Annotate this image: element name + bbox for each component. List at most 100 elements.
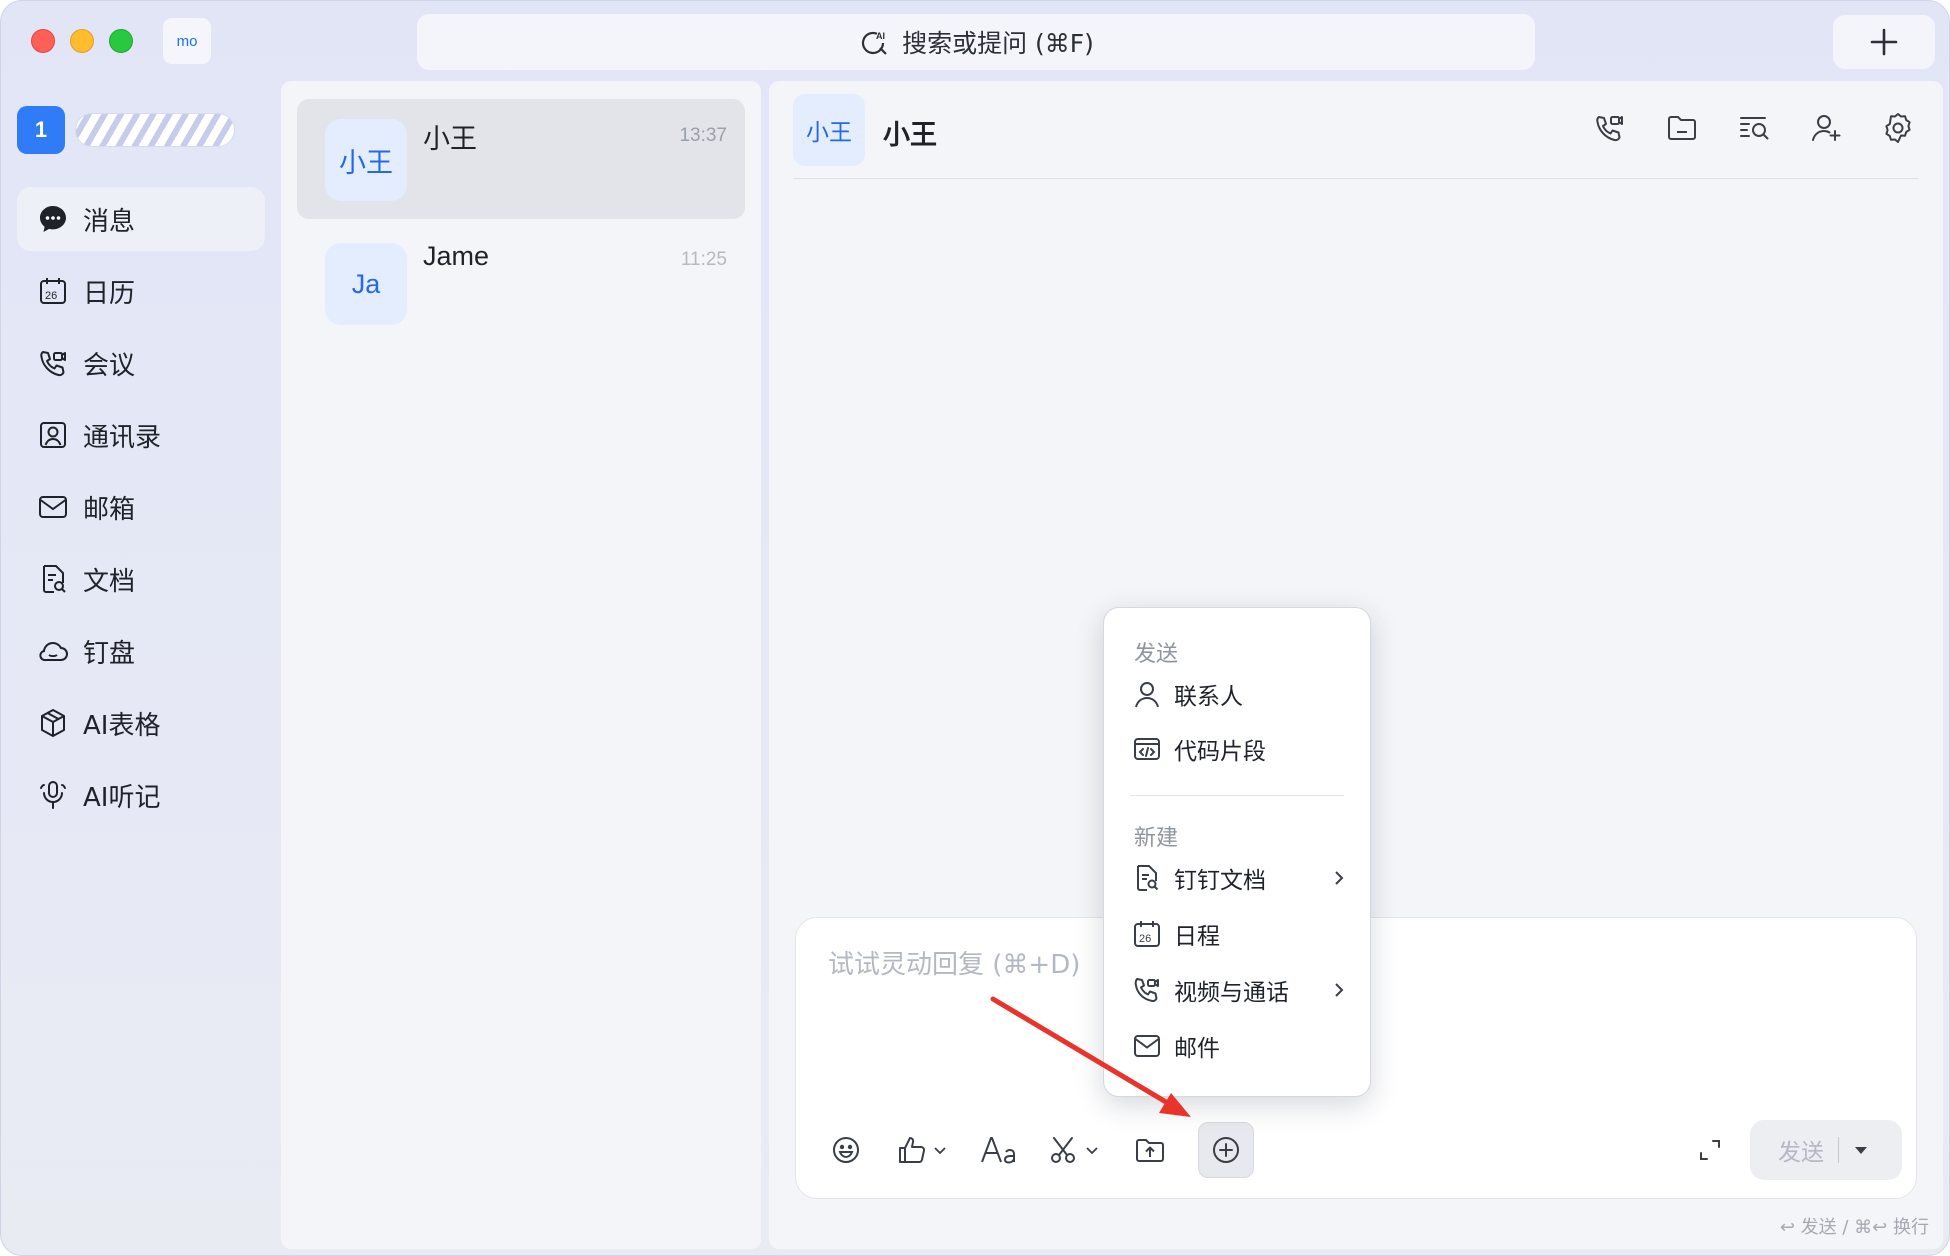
menu-section-send: 发送 [1134, 642, 1179, 667]
menu-item-email[interactable]: 邮件 [1132, 1026, 1348, 1066]
call-icon[interactable] [1593, 111, 1627, 145]
sidebar-item-mail[interactable]: 邮箱 [17, 475, 265, 539]
menu-item-label: 日程 [1174, 924, 1220, 950]
menu-item-label: 邮件 [1174, 1036, 1220, 1062]
sidebar-item-ai-table[interactable]: AI表格 [17, 691, 265, 755]
svg-text:26: 26 [45, 290, 57, 302]
svg-text:26: 26 [1139, 933, 1151, 945]
send-shortcut-hint: ↩ 发送 / ⌘↩ 换行 [1779, 1217, 1929, 1238]
expand-composer-button[interactable] [1696, 1136, 1724, 1168]
sidebar-nav: 消息 26 日历 会议 通讯录 邮箱 文档 钉盘 AI表格 AI听记 [17, 187, 265, 835]
send-button[interactable]: 发送 [1750, 1120, 1902, 1180]
sidebar-item-label: 消息 [83, 206, 136, 237]
upload-file-button[interactable] [1122, 1122, 1178, 1178]
chevron-right-icon [1335, 983, 1344, 997]
sidebar-item-messages[interactable]: 消息 [17, 187, 265, 251]
plus-circle-icon [1213, 1137, 1239, 1163]
menu-item-schedule[interactable]: 26 日程 [1132, 914, 1348, 954]
chat-header: 小王 小王 [793, 91, 1919, 179]
menu-item-label: 视频与通话 [1174, 980, 1289, 1006]
plus-icon [1870, 28, 1898, 56]
cube-icon [41, 709, 65, 737]
composer-toolbar [818, 1122, 1274, 1178]
account-switcher[interactable]: 1 [17, 106, 235, 154]
person-icon [1135, 682, 1159, 708]
conversation-time: 11:25 [680, 249, 727, 270]
search-list-icon[interactable] [1737, 111, 1771, 145]
search-bar[interactable]: AI 搜索或提问 (⌘F) [417, 14, 1535, 70]
scissors-icon [1051, 1137, 1075, 1163]
more-actions-button[interactable] [1198, 1122, 1254, 1178]
menu-item-label: 联系人 [1174, 684, 1243, 710]
screenshot-button[interactable] [1046, 1122, 1102, 1178]
quick-reaction-button[interactable] [894, 1122, 950, 1178]
phone-video-icon [40, 351, 66, 377]
send-button-divider [1838, 1137, 1839, 1163]
chat-header-actions [1593, 111, 1915, 145]
sidebar-item-docs[interactable]: 文档 [17, 547, 265, 611]
more-actions-menu: 发送 联系人 代码片段 新建 钉钉文档 26 日程 视频与通话 邮件 [1103, 607, 1371, 1097]
calendar-icon: 26 [40, 278, 66, 304]
menu-divider [1130, 795, 1344, 796]
sidebar-item-label: AI表格 [83, 710, 161, 741]
settings-icon[interactable] [1881, 111, 1915, 145]
sidebar-item-label: 日历 [83, 278, 136, 309]
composer-placeholder: 试试灵动回复 (⌘+D) [828, 950, 1081, 980]
menu-item-contact[interactable]: 联系人 [1132, 674, 1348, 714]
menu-item-dingtalk-doc[interactable]: 钉钉文档 [1132, 858, 1348, 898]
smiley-icon [833, 1137, 859, 1163]
sidebar-item-label: 文档 [83, 566, 136, 597]
ai-search-icon: AI [862, 31, 887, 55]
sidebar-item-contacts[interactable]: 通讯录 [17, 403, 265, 467]
svg-text:AI: AI [876, 31, 885, 41]
avatar[interactable]: 小王 [793, 94, 865, 166]
search-bar-label: 搜索或提问 (⌘F) [902, 29, 1094, 58]
app-window: mo AI 搜索或提问 (⌘F) 1 消息 26 日历 会议 通讯录 邮箱 文档… [0, 0, 1950, 1256]
sidebar-item-label: 钉盘 [83, 638, 136, 669]
org-switcher[interactable]: mo [163, 18, 211, 64]
menu-item-code-snippet[interactable]: 代码片段 [1132, 729, 1348, 769]
document-icon [43, 565, 66, 593]
text-format-button[interactable] [970, 1122, 1026, 1178]
menu-item-label: 钉钉文档 [1174, 868, 1266, 894]
menu-item-video-call[interactable]: 视频与通话 [1132, 970, 1348, 1010]
account-name-redacted [75, 113, 235, 147]
conversation-item[interactable]: 小王 小王 13:37 [297, 99, 745, 219]
emoji-button[interactable] [818, 1122, 874, 1178]
mic-icon [40, 781, 66, 809]
expand-icon [1700, 1140, 1720, 1160]
font-format-icon [981, 1137, 1015, 1164]
chevron-right-icon [1335, 871, 1344, 885]
sidebar-item-ai-notes[interactable]: AI听记 [17, 763, 265, 827]
sidebar-item-meetings[interactable]: 会议 [17, 331, 265, 395]
window-controls [31, 29, 133, 53]
conversation-name: 小王 [423, 124, 477, 155]
conversation-item[interactable]: Ja Jame 11:25 [297, 223, 745, 343]
menu-item-label: 代码片段 [1174, 739, 1266, 765]
thumbs-up-icon [899, 1137, 925, 1163]
minimize-window-button[interactable] [70, 29, 94, 53]
chevron-down-icon [1086, 1147, 1098, 1155]
sidebar-item-drive[interactable]: 钉盘 [17, 619, 265, 683]
caret-down-icon[interactable] [1853, 1142, 1869, 1158]
account-badge: 1 [17, 106, 65, 154]
close-window-button[interactable] [31, 29, 55, 53]
cloud-icon [39, 642, 68, 662]
send-button-label: 发送 [1778, 1140, 1824, 1166]
sidebar-item-calendar[interactable]: 26 日历 [17, 259, 265, 323]
sidebar-item-label: 邮箱 [83, 494, 136, 525]
new-button[interactable] [1833, 15, 1935, 69]
conversation-time: 13:37 [679, 125, 727, 146]
folder-icon[interactable] [1665, 111, 1699, 145]
chat-title: 小王 [883, 120, 937, 151]
calendar-icon: 26 [1134, 921, 1160, 947]
chat-bubble-icon [40, 206, 66, 232]
mail-icon [1134, 1035, 1160, 1057]
conversation-list: 小王 小王 13:37 Ja Jame 11:25 [281, 81, 761, 1249]
menu-section-new: 新建 [1134, 826, 1179, 851]
add-member-icon[interactable] [1809, 111, 1843, 145]
mail-icon [39, 496, 67, 518]
zoom-window-button[interactable] [109, 29, 133, 53]
chevron-down-icon [934, 1147, 946, 1155]
sidebar-item-label: 会议 [83, 350, 136, 381]
